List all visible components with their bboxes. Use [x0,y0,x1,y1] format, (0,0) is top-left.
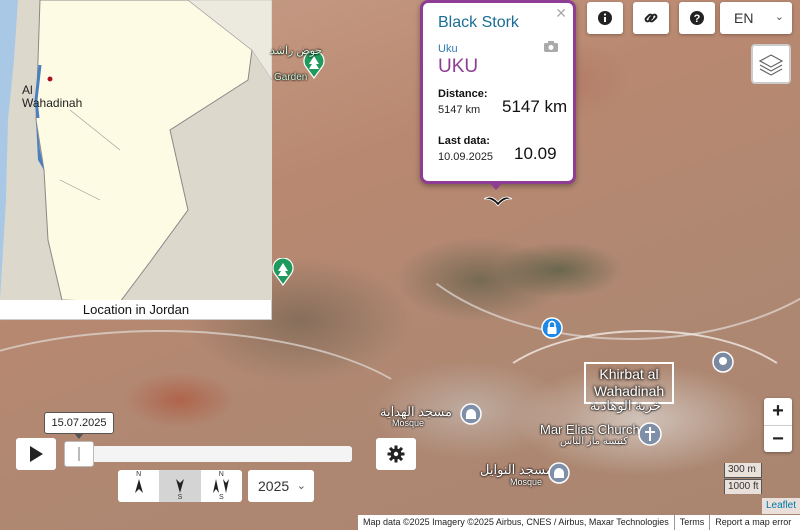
timeline-handle[interactable] [64,441,94,467]
south-arrow-icon [175,479,184,493]
south-letter: S [177,494,183,501]
year-value: 2025 [258,478,290,494]
bird-marker-icon[interactable] [483,190,513,210]
language-select[interactable]: EN ⌄ [720,2,792,34]
garden-label: Garden [274,72,308,83]
mosque-icon[interactable] [460,403,482,425]
leaflet-link[interactable]: Leaflet [762,498,800,514]
town-label-arabic: خربة الوهادنة [590,398,661,413]
direction-north-button[interactable]: N [118,470,159,502]
inset-town-label: Al Wahadinah [22,83,83,110]
north-letter: N [218,471,224,478]
location-pin-icon[interactable] [711,350,735,378]
species-name: Black Stork [438,14,519,31]
last-data-short: 10.09 [514,144,557,163]
north-arrow-icon [134,479,143,493]
zoom-in-button[interactable]: + [764,398,792,425]
scale-imperial: 1000 ft [724,479,762,494]
zoom-control: + − [764,398,792,452]
popup-tip [489,182,503,190]
direction-both-button[interactable]: N S [201,470,242,502]
animal-popup: ✕ Black Stork Uku UKU Distance: 5147 km … [420,0,576,184]
mosque-nawal-sublabel: Mosque [510,477,543,487]
link-icon [644,13,658,23]
church-label-arabic: كنيسة مار الياس [560,436,628,447]
close-icon[interactable]: ✕ [555,5,567,22]
distance-value-small: 5147 km [438,104,481,116]
camera-icon[interactable] [544,41,558,52]
help-button[interactable]: ? [679,2,715,34]
last-data-label: Last data: [438,135,490,147]
zoom-out-button[interactable]: − [764,425,792,452]
timeline-date-tip [74,433,84,439]
both-arrows-icon [213,479,230,493]
layers-button[interactable] [751,44,791,84]
south-letter: S [218,494,224,501]
animal-name-small: Uku [438,43,458,55]
location-inset-map: Al Wahadinah Location in Jordan [0,0,272,320]
garden-label-arabic: حوض راشد [270,45,323,57]
info-icon [598,11,612,25]
direction-toggle: N S N S [118,470,242,502]
distance-value-large: 5147 km [502,97,568,116]
scale-metric: 300 m [724,463,762,478]
help-icon: ? [690,11,704,25]
timeline-track[interactable] [64,446,352,462]
church-label: Mar Elias Church [540,422,640,437]
info-button[interactable] [587,2,623,34]
mosque-icon[interactable] [548,462,570,484]
chevron-down-icon: ⌄ [774,11,784,23]
settings-button[interactable] [376,438,416,470]
svg-text:?: ? [694,13,701,25]
gear-icon [387,445,405,463]
last-data-date: 10.09.2025 [438,151,494,163]
report-error-link[interactable]: Report a map error [709,515,796,530]
chevron-down-icon: ⌄ [296,480,306,492]
play-icon [30,446,43,462]
direction-south-button[interactable]: S [159,470,201,502]
distance-label: Distance: [438,88,488,100]
year-select[interactable]: 2025 ⌄ [248,470,314,502]
mosque-hidaya-sublabel: Mosque [392,418,425,428]
animal-name-large: UKU [438,56,479,77]
language-value: EN [734,10,754,26]
lock-pin-icon[interactable] [540,316,564,342]
layers-icon [758,54,784,76]
terms-link[interactable]: Terms [673,515,710,530]
mosque-nawal-label: مسجد النوايل [480,462,553,477]
park-pin-icon[interactable] [272,258,294,286]
attribution-bar: Map data ©2025 Imagery ©2025 Airbus, CNE… [358,515,800,530]
play-button[interactable] [16,438,56,470]
map-canvas[interactable]: Al Wahadinah Location in Jordan ? EN ⌄ ✕ … [0,0,800,530]
attribution-text: Map data ©2025 Imagery ©2025 Airbus, CNE… [363,517,669,527]
jordan-outline [0,0,272,300]
church-icon[interactable] [638,422,662,446]
north-letter: N [136,471,142,478]
timeline-date: 15.07.2025 [44,412,114,434]
link-button[interactable] [633,2,669,34]
inset-caption: Location in Jordan [82,302,190,317]
